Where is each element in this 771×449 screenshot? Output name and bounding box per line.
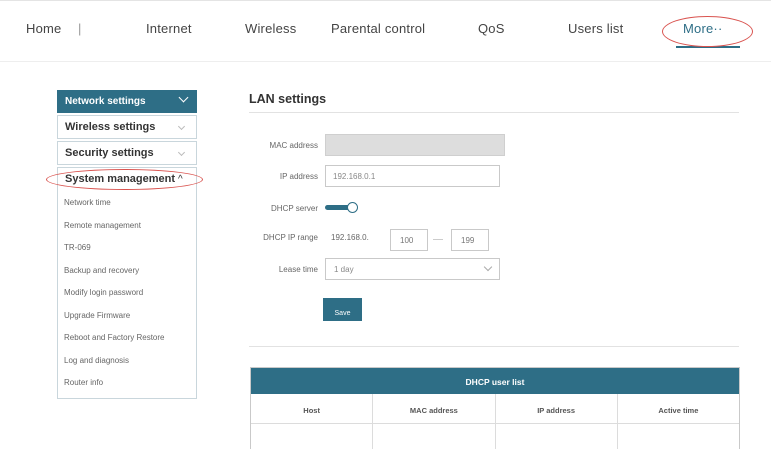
sidebar-sub-item-remote-management[interactable]: Remote management bbox=[58, 214, 196, 237]
save-button[interactable]: Save bbox=[323, 298, 362, 321]
table-row bbox=[251, 424, 739, 449]
sidebar-sub-item-tr069[interactable]: TR-069 bbox=[58, 236, 196, 259]
page-title: LAN settings bbox=[249, 92, 327, 106]
sidebar: Network settings Wireless settings Secur… bbox=[46, 90, 203, 399]
table-cell bbox=[618, 424, 739, 449]
dhcp-ip-range-label: DHCP IP range bbox=[263, 233, 318, 242]
nav-internet[interactable]: Internet bbox=[146, 21, 192, 36]
chevron-down-icon bbox=[178, 92, 189, 103]
sidebar-item-wireless-settings[interactable]: Wireless settings bbox=[57, 115, 197, 139]
dhcp-range-start-input[interactable]: 100 bbox=[390, 229, 428, 251]
sidebar-item-label: System management bbox=[65, 173, 176, 185]
sidebar-sub-item-log-diagnosis[interactable]: Log and diagnosis bbox=[58, 349, 196, 372]
sidebar-item-label: Security settings bbox=[65, 147, 154, 159]
sidebar-sub-item-network-time[interactable]: Network time bbox=[58, 191, 196, 214]
nav-parental-control[interactable]: Parental control bbox=[331, 21, 425, 36]
sidebar-sub-item-backup-recovery[interactable]: Backup and recovery bbox=[58, 259, 196, 282]
sidebar-item-security-settings[interactable]: Security settings bbox=[57, 141, 197, 165]
column-header-active-time: Active time bbox=[658, 406, 699, 415]
mac-address-field bbox=[325, 134, 505, 156]
table-title: DHCP user list bbox=[251, 368, 739, 394]
sidebar-sub-item-router-info[interactable]: Router info bbox=[58, 371, 196, 394]
ip-address-label: IP address bbox=[279, 172, 318, 181]
table-cell bbox=[251, 424, 374, 449]
column-header-mac-address: MAC address bbox=[373, 394, 496, 423]
table-header-row: Host MAC address IP address Active time bbox=[251, 394, 739, 424]
table-cell bbox=[373, 424, 496, 449]
nav-qos[interactable]: QoS bbox=[478, 21, 505, 36]
lease-time-select[interactable]: 1 day bbox=[325, 258, 500, 280]
lease-time-label: Lease time bbox=[278, 265, 318, 274]
column-header-ip-address: IP address bbox=[496, 394, 618, 423]
chevron-down-icon bbox=[177, 148, 186, 157]
chevron-down-icon bbox=[177, 122, 186, 131]
nav-separator: | bbox=[78, 21, 82, 36]
ip-address-input[interactable]: 192.168.0.1 bbox=[325, 165, 500, 187]
sidebar-item-label: Wireless settings bbox=[65, 121, 156, 133]
toggle-knob bbox=[347, 202, 358, 213]
dhcp-range-end-input[interactable]: 199 bbox=[451, 229, 489, 251]
sidebar-item-label: Network settings bbox=[65, 96, 146, 107]
chevron-down-icon bbox=[483, 262, 493, 272]
divider bbox=[249, 346, 739, 347]
nav-home[interactable]: Home bbox=[26, 21, 61, 36]
sidebar-sub-item-modify-password[interactable]: Modify login password bbox=[58, 281, 196, 304]
sidebar-sub-item-upgrade-firmware[interactable]: Upgrade Firmware bbox=[58, 304, 196, 327]
sidebar-item-system-management[interactable]: System management ^ bbox=[46, 167, 203, 191]
dhcp-server-toggle[interactable] bbox=[325, 202, 359, 214]
nav-wireless[interactable]: Wireless bbox=[245, 21, 296, 36]
lease-time-value: 1 day bbox=[334, 265, 354, 274]
chevron-up-icon: ^ bbox=[178, 174, 183, 185]
top-nav: Home | Internet Wireless Parental contro… bbox=[0, 0, 771, 62]
divider bbox=[249, 112, 739, 113]
dhcp-ip-prefix: 192.168.0. bbox=[331, 233, 369, 242]
sidebar-item-network-settings[interactable]: Network settings bbox=[57, 90, 197, 113]
column-header-host: Host bbox=[251, 394, 374, 423]
table-cell bbox=[496, 424, 618, 449]
sidebar-sub-item-reboot-factory-restore[interactable]: Reboot and Factory Restore bbox=[58, 326, 196, 349]
dhcp-server-label: DHCP server bbox=[271, 204, 318, 213]
dhcp-user-table: DHCP user list Host MAC address IP addre… bbox=[250, 367, 740, 449]
mac-address-label: MAC address bbox=[269, 141, 318, 150]
sidebar-group-system-management: System management ^ Network time Remote m… bbox=[46, 167, 203, 399]
more-highlight-circle bbox=[662, 16, 753, 47]
range-dash bbox=[433, 239, 443, 240]
nav-users-list[interactable]: Users list bbox=[568, 21, 623, 36]
